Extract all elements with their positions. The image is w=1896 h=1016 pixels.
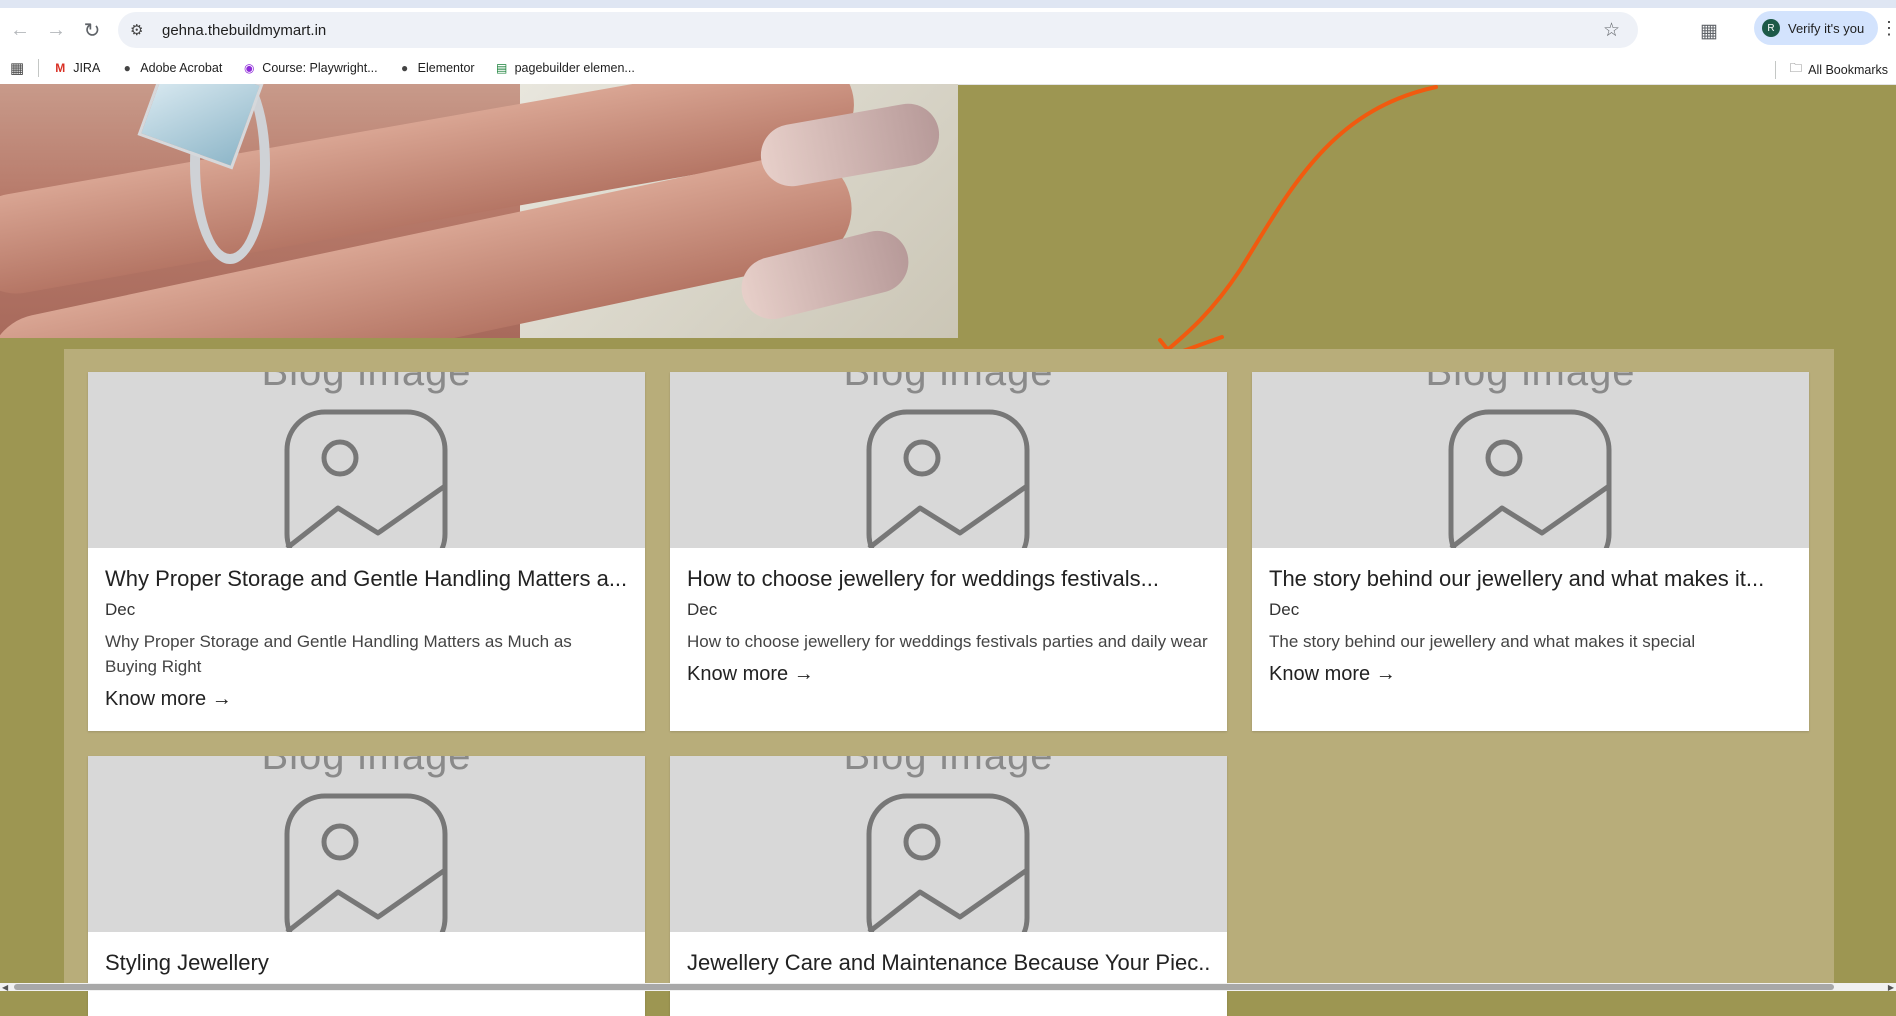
blog-card[interactable]: Blog image Jewellery Care and Maintenanc… [670, 756, 1227, 1016]
blog-image-placeholder: Blog image [88, 372, 645, 548]
placeholder-text: Blog image [261, 372, 472, 394]
blog-date: Dec [1269, 600, 1300, 619]
blog-excerpt: The story behind our jewellery and what … [1269, 632, 1696, 651]
know-more-link[interactable]: Know more → [687, 663, 1210, 686]
horizontal-scrollbar[interactable]: ◀ ▶ [0, 983, 1896, 992]
blog-panel: Blog image Why Proper Storage and Gentle… [64, 349, 1834, 1016]
image-placeholder-icon [284, 409, 448, 548]
blog-card[interactable]: Blog image Why Proper Storage and Gentle… [88, 372, 645, 731]
know-more-link[interactable]: Know more → [105, 688, 628, 711]
placeholder-text: Blog image [261, 756, 472, 778]
placeholder-text: Blog image [843, 756, 1054, 778]
blog-title[interactable]: The story behind our jewellery and what … [1269, 566, 1792, 592]
image-placeholder-icon [866, 409, 1030, 548]
blog-card[interactable]: Blog image The story behind our jeweller… [1252, 372, 1809, 731]
blog-card[interactable]: Blog image Styling Jewellery [88, 756, 645, 1016]
blog-date: Dec [105, 600, 136, 619]
blog-excerpt: How to choose jewellery for weddings fes… [687, 632, 1208, 651]
blog-title[interactable]: Why Proper Storage and Gentle Handling M… [105, 566, 628, 592]
blog-image-placeholder: Blog image [88, 756, 645, 932]
blog-image-placeholder: Blog image [670, 372, 1227, 548]
blog-title[interactable]: Styling Jewellery [105, 950, 628, 976]
blog-card[interactable]: Blog image How to choose jewellery for w… [670, 372, 1227, 731]
image-placeholder-icon [284, 793, 448, 932]
placeholder-text: Blog image [1425, 372, 1636, 394]
placeholder-text: Blog image [843, 372, 1054, 394]
blog-excerpt: Why Proper Storage and Gentle Handling M… [105, 632, 572, 676]
blog-date: Dec [687, 600, 718, 619]
image-placeholder-icon [1448, 409, 1612, 548]
know-more-link[interactable]: Know more → [1269, 663, 1792, 686]
image-placeholder-icon [866, 793, 1030, 932]
blog-title[interactable]: Jewellery Care and Maintenance Because Y… [687, 950, 1210, 976]
blog-title[interactable]: How to choose jewellery for weddings fes… [687, 566, 1210, 592]
scrollbar-thumb[interactable] [14, 984, 1834, 990]
blog-image-placeholder: Blog image [1252, 372, 1809, 548]
blog-image-placeholder: Blog image [670, 756, 1227, 932]
